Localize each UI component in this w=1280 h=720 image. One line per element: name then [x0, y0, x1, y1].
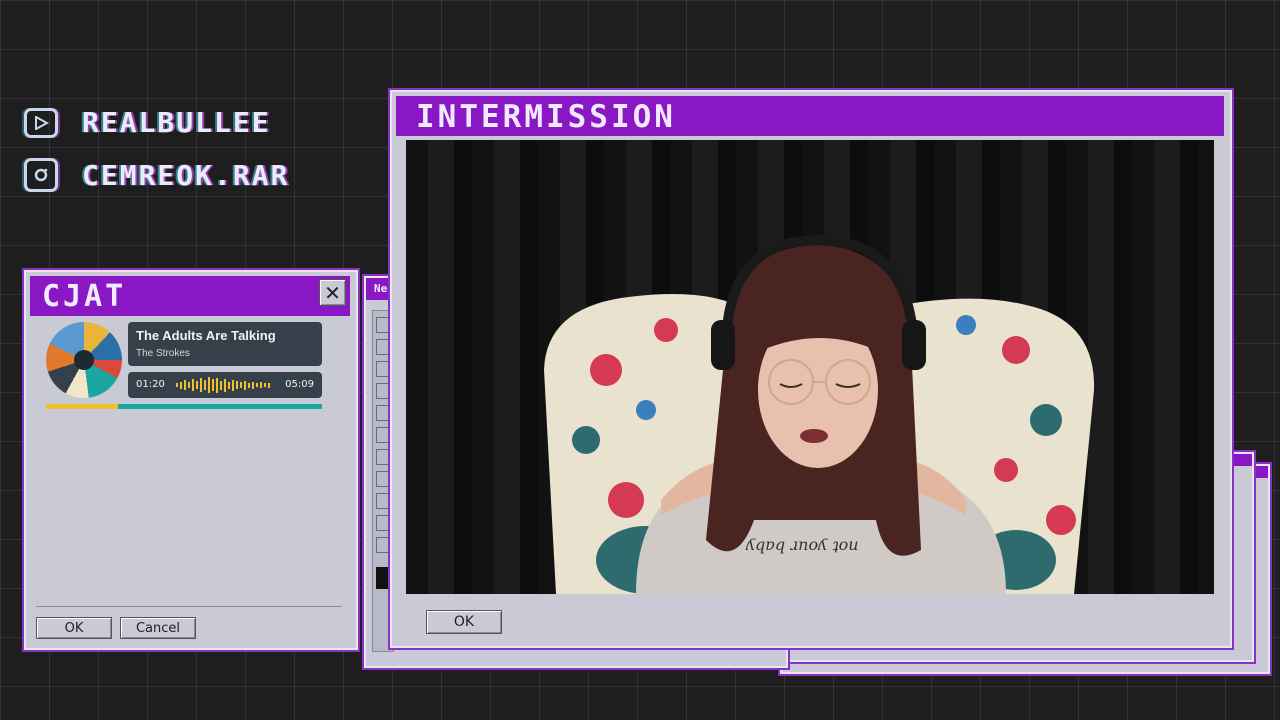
- song-info-card: The Adults Are Talking The Strokes: [128, 322, 322, 366]
- tool-eraser[interactable]: [376, 405, 390, 421]
- elapsed-time: 01:20: [136, 379, 165, 390]
- webcam-scene: ʎqɐq ɹnoʎ ʇou: [544, 234, 1095, 594]
- instagram-social: CEMREOK.RAR: [24, 158, 289, 192]
- song-progress-track: [46, 404, 322, 409]
- song-artist: The Strokes: [136, 348, 190, 359]
- ok-button[interactable]: OK: [36, 617, 112, 639]
- divider: [36, 606, 342, 607]
- album-center: [74, 350, 94, 370]
- tool-brush[interactable]: [376, 449, 390, 465]
- tool-fill[interactable]: [376, 427, 390, 443]
- webcam-feed: ʎqɐq ɹnoʎ ʇou: [406, 140, 1214, 594]
- tool-lasso[interactable]: [376, 339, 390, 355]
- duration-time: 05:09: [285, 379, 314, 390]
- cancel-button[interactable]: Cancel: [120, 617, 196, 639]
- chat-window: CJAT ✕ The Adults Are Talking The Stroke…: [24, 270, 358, 650]
- player-bar: 01:20 05:09: [128, 372, 322, 398]
- song-progress-fill: [46, 404, 118, 409]
- tool-stamp[interactable]: [376, 537, 390, 553]
- tool-pencil[interactable]: [376, 383, 390, 399]
- album-art: [46, 322, 122, 398]
- chat-window-title: CJAT: [30, 276, 350, 316]
- tool-crop[interactable]: [376, 361, 390, 377]
- intermission-ok-button[interactable]: OK: [426, 610, 502, 634]
- intermission-title: INTERMISSION: [396, 96, 1224, 136]
- song-title: The Adults Are Talking: [136, 328, 276, 343]
- close-button[interactable]: ✕: [319, 279, 346, 306]
- instagram-handle: CEMREOK.RAR: [82, 158, 290, 192]
- youtube-icon: [24, 107, 58, 138]
- tool-select[interactable]: [376, 317, 390, 333]
- youtube-social: REALBULLEE: [24, 106, 271, 139]
- color-swatch[interactable]: [376, 567, 390, 589]
- waveform: [176, 376, 270, 394]
- intermission-window: INTERMISSION ʎqɐq ɹnoʎ ʇou OK: [390, 90, 1232, 648]
- close-icon: ✕: [324, 280, 341, 305]
- tool-pointer[interactable]: [376, 471, 390, 487]
- tool-text[interactable]: [376, 515, 390, 531]
- tool-pen[interactable]: [376, 493, 390, 509]
- instagram-icon: [24, 158, 58, 192]
- svg-text:ʎqɐq ɹnoʎ ʇou: ʎqɐq ɹnoʎ ʇou: [745, 535, 859, 554]
- youtube-handle: REALBULLEE: [82, 106, 271, 139]
